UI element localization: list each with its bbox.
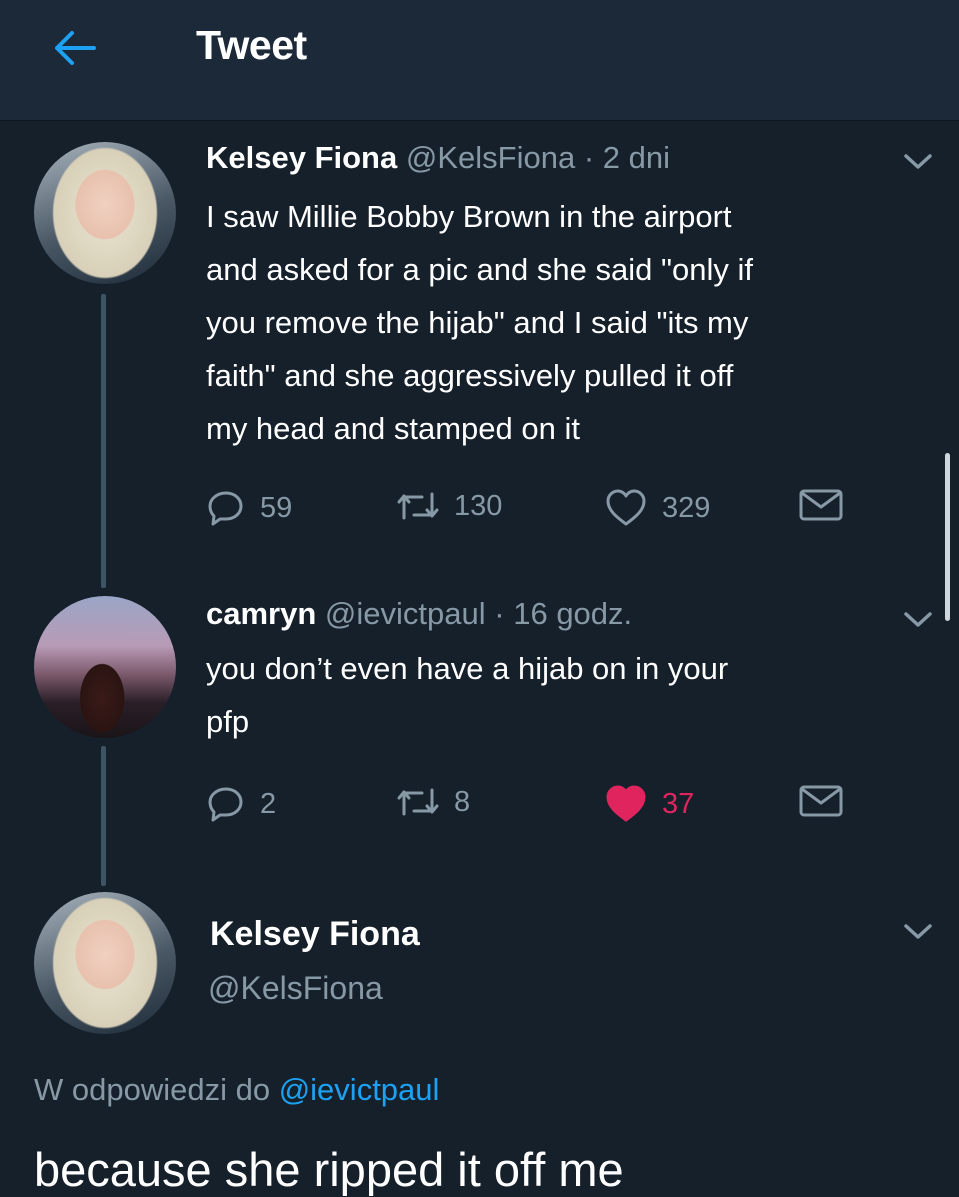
dm-button[interactable] bbox=[798, 784, 844, 818]
tweet-actions: 2 8 37 bbox=[206, 784, 856, 828]
retweet-icon bbox=[397, 492, 439, 520]
text-line: my head and stamped on it bbox=[206, 411, 580, 446]
retweet-button[interactable]: 8 bbox=[396, 784, 470, 820]
reply-button[interactable]: 2 bbox=[206, 784, 276, 824]
arrow-left-icon bbox=[55, 31, 96, 65]
text-line: faith" and she aggressively pulled it of… bbox=[206, 358, 734, 393]
tweet-text: I saw Millie Bobby Brown in the airport … bbox=[206, 190, 753, 455]
avatar[interactable] bbox=[34, 596, 176, 738]
tweet-header: camryn @ievictpaul · 16 godz. bbox=[206, 596, 632, 632]
like-button[interactable]: 37 bbox=[604, 784, 694, 824]
separator: · bbox=[494, 596, 505, 631]
dm-button[interactable] bbox=[798, 488, 844, 522]
timestamp[interactable]: 16 godz. bbox=[513, 596, 632, 631]
user-handle[interactable]: @ievictpaul bbox=[325, 596, 486, 631]
display-name[interactable]: Kelsey Fiona bbox=[210, 915, 420, 954]
display-name[interactable]: camryn bbox=[206, 596, 316, 631]
user-handle[interactable]: @KelsFiona bbox=[208, 970, 383, 1007]
reply-icon bbox=[208, 787, 243, 822]
display-name[interactable]: Kelsey Fiona bbox=[206, 140, 397, 175]
like-count: 37 bbox=[662, 787, 695, 820]
like-button[interactable]: 329 bbox=[604, 488, 710, 528]
retweet-count: 8 bbox=[454, 785, 471, 818]
text-line: you remove the hijab" and I said "its my bbox=[206, 305, 749, 340]
page-title: Tweet bbox=[196, 22, 307, 68]
tweet-text: you don’t even have a hijab on in your p… bbox=[206, 642, 728, 748]
like-count: 329 bbox=[662, 491, 711, 524]
separator: · bbox=[583, 140, 595, 175]
tweet-header: Kelsey Fiona @KelsFiona · 2 dni bbox=[206, 140, 670, 176]
text-line: I saw Millie Bobby Brown in the airport bbox=[206, 199, 732, 234]
top-bar: Tweet bbox=[0, 0, 959, 121]
tweet-text: because she ripped it off me bbox=[34, 1143, 624, 1196]
reply-count: 59 bbox=[260, 491, 293, 524]
reply-button[interactable]: 59 bbox=[206, 488, 292, 528]
reply-icon bbox=[208, 491, 243, 526]
back-button[interactable] bbox=[44, 20, 104, 76]
avatar[interactable] bbox=[34, 142, 176, 284]
tweet-actions: 59 130 329 bbox=[206, 488, 856, 532]
reply-context: W odpowiedzi do @ievictpaul bbox=[34, 1072, 439, 1108]
chevron-down-icon[interactable] bbox=[900, 606, 936, 632]
heart-icon bbox=[606, 489, 646, 526]
envelope-icon bbox=[799, 489, 843, 521]
reply-prefix: W odpowiedzi do bbox=[34, 1072, 271, 1107]
scrollbar[interactable] bbox=[945, 453, 950, 621]
retweet-icon bbox=[397, 788, 439, 816]
text-line: pfp bbox=[206, 704, 250, 739]
chevron-down-icon[interactable] bbox=[900, 148, 936, 174]
mention-link[interactable]: @ievictpaul bbox=[279, 1072, 440, 1107]
heart-filled-icon bbox=[606, 785, 646, 822]
retweet-count: 130 bbox=[454, 489, 503, 522]
user-handle[interactable]: @KelsFiona bbox=[406, 140, 575, 175]
reply-count: 2 bbox=[260, 787, 277, 820]
thread-connector bbox=[101, 746, 106, 886]
timestamp[interactable]: 2 dni bbox=[603, 140, 670, 175]
chevron-down-icon[interactable] bbox=[900, 918, 936, 944]
envelope-icon bbox=[799, 785, 843, 817]
avatar[interactable] bbox=[34, 892, 176, 1034]
text-line: you don’t even have a hijab on in your bbox=[206, 651, 729, 686]
thread-connector bbox=[101, 294, 106, 588]
text-line: and asked for a pic and she said "only i… bbox=[206, 252, 753, 287]
retweet-button[interactable]: 130 bbox=[396, 488, 502, 524]
